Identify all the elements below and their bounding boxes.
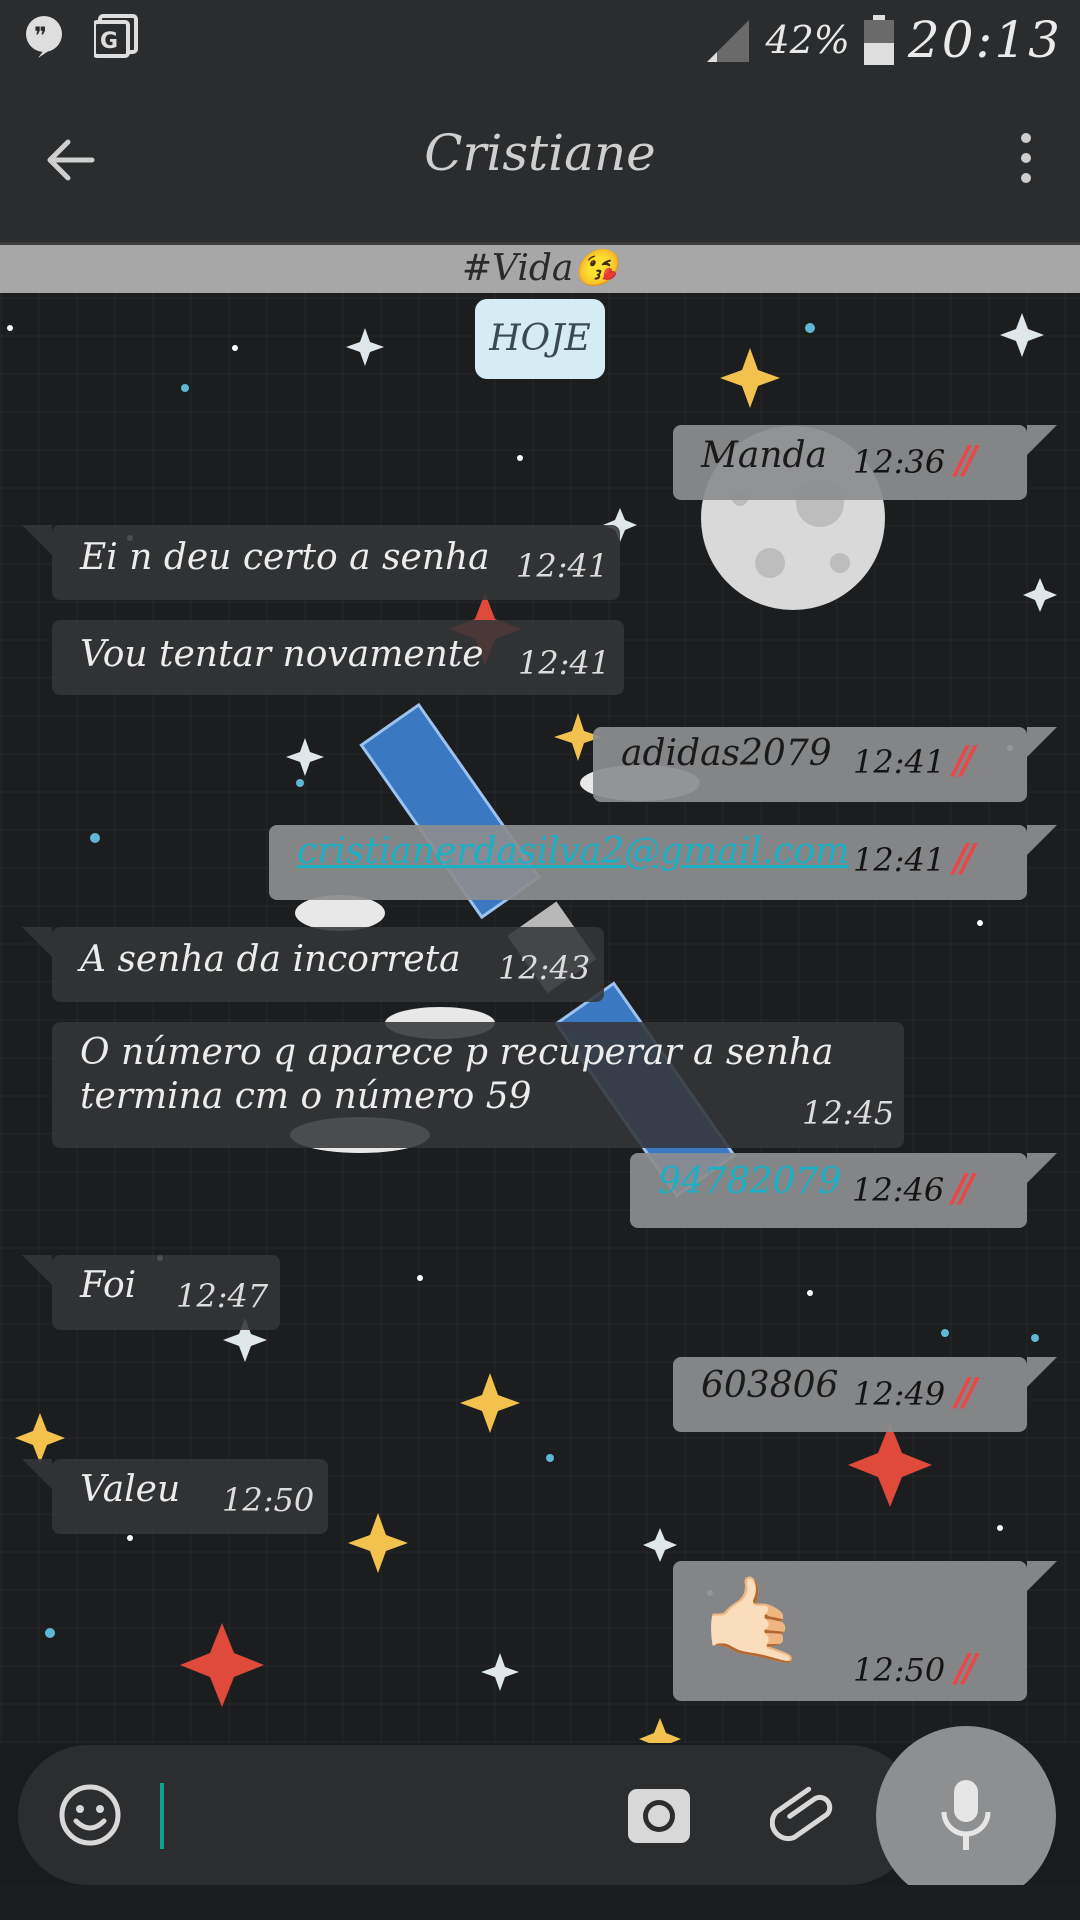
message-bubble-incoming[interactable]: Foi 12:47 (52, 1255, 280, 1330)
read-ticks-icon: // (953, 835, 975, 880)
bubble-tail (1027, 1561, 1057, 1591)
message-text: adidas2079 (621, 733, 832, 774)
status-bar: ❞ G 42% 20:13 (0, 0, 1080, 80)
read-ticks-icon: // (952, 1165, 974, 1210)
read-ticks-icon: // (953, 737, 975, 782)
message-bubble-outgoing[interactable]: cristianerdasilva2@gmail.com 12:41 // (269, 825, 1027, 900)
email-link[interactable]: cristianerdasilva2@gmail.com (297, 831, 849, 872)
message-input-bar[interactable] (18, 1745, 918, 1885)
message-time: 12:45 (802, 1094, 895, 1132)
bubble-tail (1027, 425, 1057, 455)
message-time: 12:46 (852, 1171, 945, 1209)
read-ticks-icon: // (955, 1369, 977, 1414)
emoji-icon[interactable] (58, 1783, 122, 1847)
google-plus-icon: G (94, 14, 138, 58)
message-text-line1: O número q aparece p recuperar a senha (80, 1032, 834, 1073)
signal-icon (707, 20, 750, 62)
chat-area[interactable]: HOJE Manda 12:36 // Ei n deu certo a sen… (0, 293, 1080, 1743)
attach-icon[interactable] (770, 1781, 840, 1851)
read-ticks-icon: // (955, 437, 977, 482)
message-time: 12:41 (853, 743, 946, 781)
message-bubble-incoming[interactable]: Ei n deu certo a senha 12:41 (52, 525, 620, 600)
bubble-tail (22, 927, 52, 957)
voice-record-button[interactable] (876, 1726, 1056, 1906)
bubble-tail (1027, 1357, 1057, 1387)
svg-text:❞: ❞ (34, 22, 47, 50)
message-text: A senha da incorreta (80, 939, 461, 980)
message-bubble-incoming[interactable]: Vou tentar novamente 12:41 (52, 620, 624, 695)
message-time: 12:41 (853, 841, 946, 879)
message-time: 12:43 (498, 949, 591, 987)
wallpaper-footer (0, 1885, 1080, 1920)
contact-name[interactable]: Cristiane (0, 124, 1080, 182)
bubble-tail (1027, 825, 1057, 855)
message-time: 12:36 (853, 443, 946, 481)
battery-percentage: 42% (765, 18, 850, 62)
message-bubble-incoming[interactable]: A senha da incorreta 12:43 (52, 927, 604, 1002)
bubble-tail (22, 1459, 52, 1489)
battery-icon (863, 15, 894, 65)
contact-status-text: #Vida😘 (461, 248, 619, 289)
date-divider: HOJE (475, 299, 605, 379)
bubble-tail (1027, 727, 1057, 757)
message-bubble-outgoing[interactable]: 94782079 12:46 // (630, 1153, 1027, 1228)
bubble-tail (22, 525, 52, 555)
message-bubble-outgoing[interactable]: 603806 12:49 // (673, 1357, 1027, 1432)
message-text: Vou tentar novamente (80, 634, 484, 675)
message-text: 603806 (701, 1365, 839, 1406)
message-time: 12:41 (516, 547, 609, 585)
app-bar: Cristiane (0, 80, 1080, 245)
message-text-line2: termina cm o número 59 (80, 1076, 532, 1117)
message-time: 12:41 (518, 644, 611, 682)
message-bubble-outgoing[interactable]: 🤙🏻 12:50 // (673, 1561, 1027, 1701)
bubble-tail (1027, 1153, 1057, 1183)
text-input-caret[interactable] (160, 1783, 164, 1849)
svg-text:G: G (100, 29, 118, 54)
more-vert-icon[interactable] (1006, 128, 1046, 188)
message-text: Valeu (80, 1469, 181, 1510)
contact-status: #Vida😘 (0, 245, 1080, 293)
message-bubble-outgoing[interactable]: adidas2079 12:41 // (593, 727, 1027, 802)
clock: 20:13 (907, 11, 1062, 69)
message-text: Manda (701, 435, 828, 476)
message-time: 12:49 (853, 1375, 946, 1413)
message-time: 12:50 (853, 1651, 946, 1689)
message-text: Foi (80, 1265, 137, 1306)
camera-icon[interactable] (626, 1783, 692, 1849)
message-time: 12:47 (176, 1277, 269, 1315)
quote-icon: ❞ (26, 16, 62, 58)
mic-icon (941, 1780, 991, 1850)
message-bubble-incoming[interactable]: Valeu 12:50 (52, 1459, 328, 1534)
message-text: Ei n deu certo a senha (80, 537, 490, 578)
message-bubble-incoming[interactable]: O número q aparece p recuperar a senha t… (52, 1022, 904, 1148)
call-me-hand-emoji: 🤙🏻 (701, 1571, 806, 1669)
bubble-tail (22, 1255, 52, 1285)
message-bubble-outgoing[interactable]: Manda 12:36 // (673, 425, 1027, 500)
phone-number-link[interactable]: 94782079 (658, 1161, 841, 1202)
read-ticks-icon: // (955, 1645, 977, 1690)
message-time: 12:50 (222, 1481, 315, 1519)
